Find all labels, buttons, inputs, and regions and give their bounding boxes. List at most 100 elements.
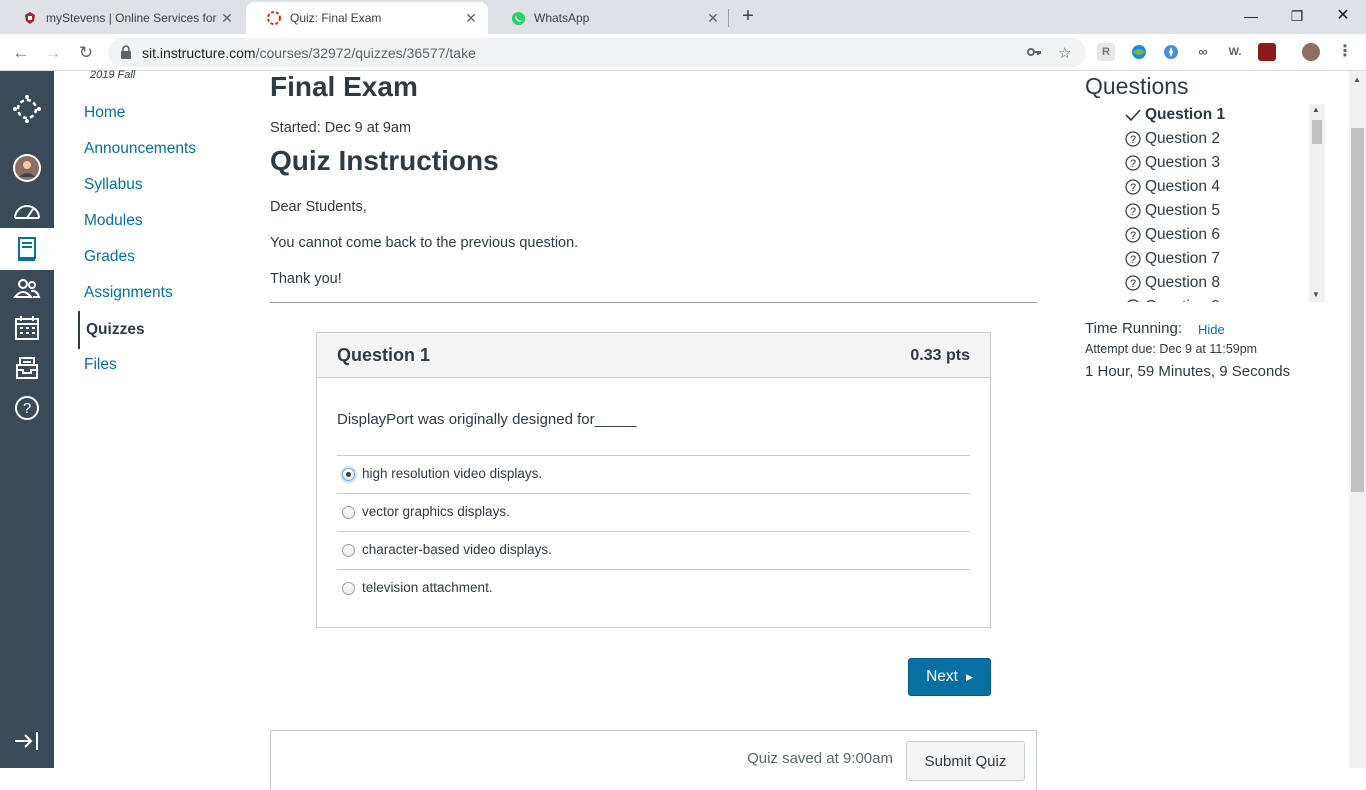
answer-label[interactable]: character-based video displays. (362, 542, 552, 557)
course-nav-grades[interactable]: Grades (84, 248, 135, 266)
key-icon[interactable] (1026, 44, 1042, 64)
close-tab-icon[interactable]: ✕ (462, 10, 480, 27)
question-nav-item[interactable]: ? Question 3 (1125, 151, 1220, 175)
course-nav-home[interactable]: Home (84, 104, 125, 122)
tab-mystevens[interactable]: myStevens | Online Services for th ✕ (2, 2, 244, 34)
question-nav-item[interactable]: ? Question 2 (1125, 127, 1220, 151)
answer-label[interactable]: television attachment. (362, 580, 493, 595)
course-nav-modules[interactable]: Modules (84, 212, 143, 230)
question-nav-item[interactable]: ? Question 4 (1125, 175, 1220, 199)
tab-title: Quiz: Final Exam (290, 11, 382, 25)
close-tab-icon[interactable]: ✕ (218, 10, 236, 27)
whatsapp-favicon-icon (510, 10, 526, 26)
answer-option[interactable]: character-based video displays. (337, 531, 970, 569)
question-nav-item[interactable]: Question 1 (1125, 103, 1225, 127)
question-nav-item[interactable]: ? Question 6 (1125, 223, 1220, 247)
calendar-icon[interactable] (7, 308, 47, 348)
page-title: Final Exam (270, 71, 418, 102)
question-nav-label[interactable]: Question 2 (1145, 130, 1220, 148)
dashboard-icon[interactable] (7, 191, 47, 231)
extension-r-icon[interactable]: R (1097, 43, 1115, 61)
answer-radio[interactable] (342, 582, 355, 595)
inbox-icon[interactable] (7, 348, 47, 388)
course-nav-syllabus[interactable]: Syllabus (84, 176, 143, 194)
canvas-logo-icon[interactable] (7, 89, 47, 129)
question-nav-label[interactable]: Question 7 (1145, 250, 1220, 268)
collapse-nav-icon[interactable] (7, 721, 47, 761)
question-nav-item[interactable]: ? Question 7 (1125, 247, 1220, 271)
account-avatar-icon[interactable] (7, 148, 47, 188)
course-nav-announcements[interactable]: Announcements (84, 140, 196, 158)
svg-text:?: ? (1130, 206, 1136, 218)
scroll-thumb[interactable] (1312, 120, 1322, 144)
tab-quiz[interactable]: Quiz: Final Exam ✕ (246, 2, 488, 34)
question-nav-label[interactable]: Question 9 (1145, 298, 1220, 302)
close-tab-icon[interactable]: ✕ (704, 10, 722, 27)
instructions-line: Thank you! (270, 271, 342, 287)
answer-label[interactable]: high resolution video displays. (362, 466, 542, 481)
divider (270, 302, 1037, 303)
instructions-line: Dear Students, (270, 199, 367, 215)
answer-option[interactable]: high resolution video displays. (337, 455, 970, 493)
course-nav-assignments[interactable]: Assignments (84, 284, 173, 302)
help-icon[interactable]: ? (7, 388, 47, 428)
restore-button[interactable]: ❐ (1274, 4, 1320, 28)
next-button[interactable]: Next ▶ (908, 658, 991, 696)
question-nav-item[interactable]: ? Question 8 (1125, 271, 1220, 295)
courses-icon[interactable] (0, 228, 54, 270)
saved-status: Quiz saved at 9:00am (747, 750, 893, 767)
instructions-line: You cannot come back to the previous que… (270, 235, 579, 251)
tab-title: myStevens | Online Services for th (46, 11, 218, 25)
extension-link-icon[interactable]: ∞ (1194, 43, 1212, 61)
lock-icon (120, 45, 132, 64)
address-bar[interactable]: sit.instructure.com/courses/32972/quizze… (108, 38, 1086, 67)
submit-quiz-button[interactable]: Submit Quiz (906, 741, 1025, 781)
new-tab-button[interactable]: + (737, 5, 759, 27)
answer-label[interactable]: vector graphics displays. (362, 504, 510, 519)
course-nav-quizzes[interactable]: Quizzes (78, 311, 145, 349)
answer-option[interactable]: television attachment. (337, 569, 970, 607)
tab-separator (728, 9, 729, 27)
question-nav-label[interactable]: Question 1 (1145, 106, 1225, 124)
course-nav-files[interactable]: Files (84, 356, 117, 374)
question-points: 0.33 pts (910, 347, 970, 364)
forward-button[interactable]: → (40, 40, 66, 66)
question-nav-label[interactable]: Question 4 (1145, 178, 1220, 196)
scroll-down-icon[interactable]: ▼ (1312, 290, 1320, 299)
extension-compass-icon[interactable] (1162, 43, 1180, 61)
question-nav-item[interactable]: ?Question 9 (1125, 295, 1220, 302)
reload-button[interactable]: ↻ (73, 40, 99, 66)
chrome-menu-icon[interactable]: ⋮ (1336, 43, 1354, 61)
profile-avatar-icon[interactable] (1302, 43, 1320, 61)
question-nav-label[interactable]: Question 3 (1145, 154, 1220, 172)
extension-red-icon[interactable] (1258, 43, 1276, 61)
scroll-up-icon[interactable]: ▲ (1312, 105, 1320, 114)
close-window-button[interactable]: ✕ (1320, 4, 1366, 28)
question-name: Question 1 (337, 345, 431, 365)
course-term: 2019 Fall (90, 69, 136, 81)
extension-globe-icon[interactable] (1130, 43, 1148, 61)
svg-text:?: ? (23, 400, 31, 417)
questions-scrollbar[interactable]: ▲ ▼ (1309, 104, 1325, 302)
question-nav-label[interactable]: Question 5 (1145, 202, 1220, 220)
minimize-button[interactable]: — (1228, 4, 1274, 28)
groups-icon[interactable] (7, 269, 47, 309)
question-nav-item[interactable]: ? Question 5 (1125, 199, 1220, 223)
question-text: DisplayPort was originally designed for_… (337, 411, 637, 428)
scroll-thumb[interactable] (1351, 128, 1364, 492)
bookmark-star-icon[interactable]: ☆ (1058, 44, 1071, 62)
time-remaining: 1 Hour, 59 Minutes, 9 Seconds (1085, 363, 1291, 380)
tab-whatsapp[interactable]: WhatsApp ✕ (490, 2, 730, 34)
page-scrollbar[interactable]: ▲ (1349, 71, 1366, 768)
answer-radio[interactable] (342, 506, 355, 519)
answer-radio[interactable] (342, 544, 355, 557)
back-button[interactable]: ← (8, 40, 34, 66)
question-nav-label[interactable]: Question 6 (1145, 226, 1220, 244)
extension-w-icon[interactable]: W. (1226, 43, 1244, 61)
scroll-up-icon[interactable]: ▲ (1353, 75, 1361, 84)
hide-timer-link[interactable]: Hide (1198, 322, 1225, 337)
question-mark-icon: ? (1125, 131, 1145, 147)
question-nav-label[interactable]: Question 8 (1145, 274, 1220, 292)
answer-radio-selected[interactable] (342, 468, 355, 481)
answer-option[interactable]: vector graphics displays. (337, 493, 970, 531)
